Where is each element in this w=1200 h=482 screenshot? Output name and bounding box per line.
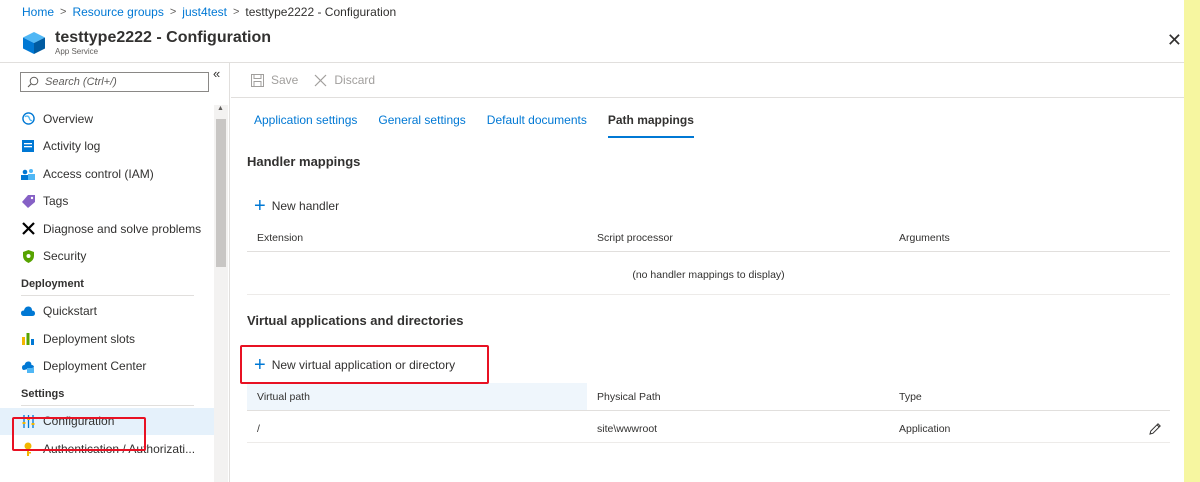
new-virtual-app-button[interactable]: + New virtual application or directory bbox=[254, 354, 456, 376]
sidebar-item-diagnose[interactable]: Diagnose and solve problems bbox=[0, 215, 214, 243]
command-bar: Save Discard bbox=[231, 63, 1184, 98]
discard-icon bbox=[314, 74, 327, 86]
handler-grid-header: Extension Script processor Arguments bbox=[247, 224, 1170, 252]
key-icon bbox=[21, 442, 35, 456]
virtual-path-cell: / bbox=[257, 422, 260, 435]
main-content: Save Discard Application settings Genera… bbox=[231, 63, 1184, 482]
discard-label: Discard bbox=[334, 73, 376, 87]
collapse-sidebar-icon[interactable]: « bbox=[213, 66, 220, 81]
handler-mappings-title: Handler mappings bbox=[247, 154, 361, 169]
tab-default-documents[interactable]: Default documents bbox=[487, 107, 587, 139]
tab-application-settings[interactable]: Application settings bbox=[254, 107, 357, 139]
sidebar-item-label: Security bbox=[43, 249, 87, 264]
cloud-icon bbox=[21, 304, 35, 318]
breadcrumb-separator: > bbox=[60, 6, 67, 18]
type-cell: Application bbox=[899, 422, 951, 435]
sidebar-item-overview[interactable]: Overview bbox=[0, 105, 214, 133]
page-title: testtype2222 - Configuration bbox=[55, 29, 272, 46]
handler-empty-row bbox=[247, 267, 1170, 295]
shield-icon bbox=[21, 249, 35, 263]
save-icon bbox=[251, 73, 264, 87]
sidebar-item-label: Activity log bbox=[43, 139, 101, 154]
sidebar-item-activity-log[interactable]: Activity log bbox=[0, 133, 214, 161]
breadcrumb-current: testtype2222 - Configuration bbox=[245, 5, 397, 19]
sidebar-item-label: Tags bbox=[43, 194, 69, 209]
sidebar-item-label: Configuration bbox=[43, 414, 115, 429]
sidebar-item-label: Quickstart bbox=[43, 304, 98, 319]
sidebar-item-label: Deployment slots bbox=[43, 331, 136, 346]
breadcrumb-separator: > bbox=[232, 6, 240, 18]
sidebar-item-label: Overview bbox=[43, 111, 94, 126]
virtual-apps-title: Virtual applications and directories bbox=[247, 313, 464, 328]
new-handler-button[interactable]: + New handler bbox=[254, 195, 340, 217]
search-box[interactable] bbox=[20, 72, 209, 92]
column-physical-path[interactable]: Physical Path bbox=[597, 391, 661, 403]
sidebar-item-label: Deployment Center bbox=[43, 359, 147, 374]
breadcrumb: Home > Resource groups > just4test > tes… bbox=[0, 0, 1200, 24]
physical-path-cell: site\wwwroot bbox=[597, 422, 658, 435]
virtual-grid-header: Virtual path Physical Path Type bbox=[247, 383, 1170, 411]
column-script-processor[interactable]: Script processor bbox=[597, 232, 673, 244]
edit-icon[interactable] bbox=[1148, 422, 1162, 436]
sidebar-item-configuration[interactable]: Configuration bbox=[0, 407, 214, 435]
app-service-cube-icon bbox=[23, 32, 45, 54]
new-handler-label: New handler bbox=[271, 199, 340, 213]
sidebar-item-tags[interactable]: Tags bbox=[0, 188, 214, 216]
blade-header: testtype2222 - Configuration App Service… bbox=[0, 24, 1200, 63]
discard-button[interactable]: Discard bbox=[314, 73, 375, 87]
sidebar-item-quickstart[interactable]: Quickstart bbox=[0, 298, 214, 326]
wrench-icon bbox=[21, 222, 35, 236]
column-type[interactable]: Type bbox=[899, 391, 922, 403]
plus-icon: + bbox=[254, 195, 266, 217]
column-arguments[interactable]: Arguments bbox=[899, 232, 950, 244]
page-subtitle: App Service bbox=[55, 47, 99, 56]
column-virtual-path[interactable]: Virtual path bbox=[257, 391, 310, 403]
sidebar-item-label: Authentication / Authorizati... bbox=[43, 441, 196, 456]
log-icon bbox=[21, 139, 35, 153]
config-tabs: Application settings General settings De… bbox=[254, 107, 715, 139]
plus-icon: + bbox=[254, 354, 266, 376]
deploy-center-icon bbox=[21, 359, 35, 373]
search-icon bbox=[27, 76, 39, 88]
sidebar-section-settings: Settings bbox=[0, 380, 214, 408]
sidebar-item-security[interactable]: Security bbox=[0, 243, 214, 271]
sidebar-item-label: Access control (IAM) bbox=[43, 166, 154, 181]
side-strip bbox=[1184, 0, 1200, 482]
sidebar: « ▲ Overview Activity log Access control… bbox=[0, 63, 230, 482]
save-button[interactable]: Save bbox=[251, 73, 298, 87]
new-virtual-app-label: New virtual application or directory bbox=[271, 358, 456, 372]
globe-icon bbox=[21, 112, 35, 126]
sidebar-item-label: Diagnose and solve problems bbox=[43, 221, 202, 236]
sliders-icon bbox=[21, 414, 35, 428]
tag-icon bbox=[21, 194, 35, 208]
search-input[interactable] bbox=[45, 76, 205, 88]
breadcrumb-resource-groups[interactable]: Resource groups bbox=[72, 5, 163, 19]
tab-path-mappings[interactable]: Path mappings bbox=[607, 107, 694, 139]
sidebar-nav: Overview Activity log Access control (IA… bbox=[0, 105, 214, 463]
breadcrumb-group[interactable]: just4test bbox=[182, 5, 227, 19]
sidebar-item-access-control[interactable]: Access control (IAM) bbox=[0, 160, 214, 188]
save-label: Save bbox=[271, 73, 299, 87]
chart-icon bbox=[21, 332, 35, 346]
sidebar-item-authentication[interactable]: Authentication / Authorizati... bbox=[0, 435, 214, 463]
sidebar-section-deployment: Deployment bbox=[0, 270, 214, 298]
breadcrumb-separator: > bbox=[169, 6, 177, 18]
header-titles: testtype2222 - Configuration App Service bbox=[55, 29, 271, 57]
scroll-up-icon[interactable]: ▲ bbox=[217, 105, 224, 112]
close-icon[interactable]: ✕ bbox=[1167, 30, 1182, 51]
sidebar-item-deployment-center[interactable]: Deployment Center bbox=[0, 353, 214, 381]
breadcrumb-home[interactable]: Home bbox=[22, 5, 54, 19]
tab-general-settings[interactable]: General settings bbox=[378, 107, 465, 139]
table-row[interactable]: / site\wwwroot Application bbox=[247, 415, 1170, 443]
people-icon bbox=[21, 167, 35, 181]
column-extension[interactable]: Extension bbox=[257, 232, 303, 244]
sidebar-scrollbar-thumb[interactable] bbox=[216, 119, 226, 267]
sidebar-item-deployment-slots[interactable]: Deployment slots bbox=[0, 325, 214, 353]
